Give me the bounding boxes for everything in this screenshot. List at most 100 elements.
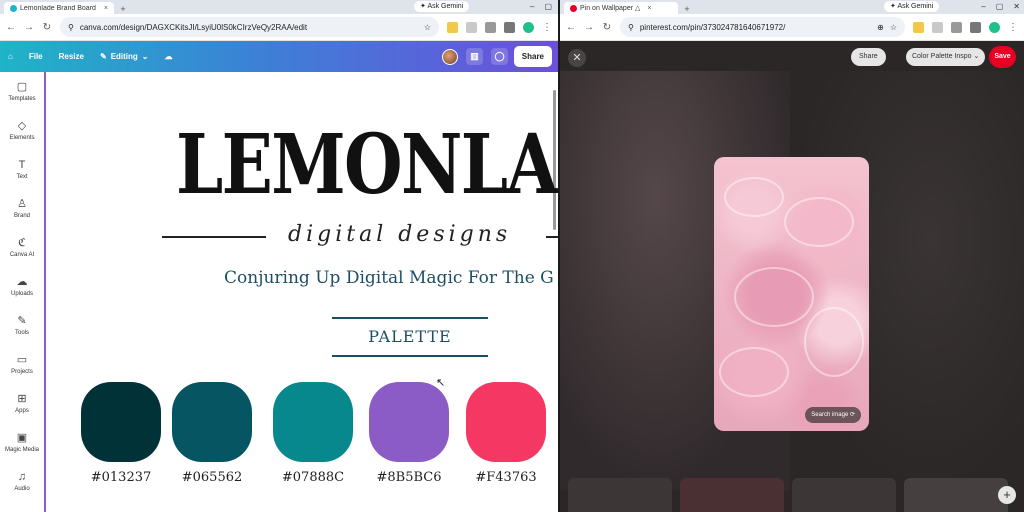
design-canvas[interactable]: LEMONLAI digital designs Conjuring Up Di… [48, 72, 558, 512]
reload-icon[interactable]: ↻ [42, 22, 52, 33]
related-pin-thumb[interactable] [568, 478, 672, 512]
home-button[interactable]: ⌂ [8, 52, 13, 61]
comment-icon[interactable]: ◯ [491, 48, 508, 65]
related-pin-thumb[interactable] [904, 478, 1008, 512]
palette-heading[interactable]: PALETTE [332, 317, 488, 357]
back-icon[interactable]: ← [6, 22, 16, 33]
add-icon[interactable]: + [998, 486, 1016, 504]
minimize-icon[interactable]: – [530, 2, 534, 11]
swatch-hex-label[interactable]: #F43763 [451, 470, 558, 485]
sidebar-item-canva-ai[interactable]: ℭ Canva AI [0, 228, 44, 267]
sidebar-item-text[interactable]: T Text [0, 150, 44, 189]
close-icon[interactable]: ✕ [568, 49, 586, 67]
ask-gemini-label: Ask Gemini [897, 3, 934, 10]
profile-icon[interactable] [989, 21, 1000, 33]
window-controls: – ▢ [530, 0, 552, 13]
tab-pinterest[interactable]: Pin on Wallpaper △ × [564, 2, 678, 14]
url-text[interactable]: pinterest.com/pin/373024781640671972/ [640, 23, 871, 32]
sidebar-item-templates[interactable]: ▢ Templates [0, 72, 44, 111]
ask-gemini-button[interactable]: ✦ Ask Gemini [414, 1, 470, 12]
back-icon[interactable]: ← [566, 22, 576, 33]
share-button[interactable]: Share [513, 46, 552, 67]
extension-icon[interactable] [485, 21, 496, 33]
sidebar-item-uploads[interactable]: ☁ Uploads [0, 267, 44, 306]
canva-browser-window: Lemonlade Brand Board - Bran × + ✦ Ask G… [0, 0, 558, 512]
petal-shape [804, 307, 864, 377]
tab-canva[interactable]: Lemonlade Brand Board - Bran × [4, 2, 114, 14]
sidebar-item-label: Tools [14, 329, 29, 336]
sidebar-item-label: Canva AI [9, 251, 35, 258]
search-image-label: Search image [811, 412, 849, 418]
omnibox[interactable]: ⚲ canva.com/design/DAGXCKitsJI/LsyiU0lS0… [60, 17, 439, 37]
maximize-icon[interactable]: ▢ [544, 2, 552, 11]
minimize-icon[interactable]: – [981, 2, 985, 11]
close-window-icon[interactable]: ✕ [1013, 2, 1020, 11]
color-swatch[interactable] [273, 382, 353, 462]
brand-title[interactable]: LEMONLAI [176, 124, 558, 206]
sidebar-item-projects[interactable]: ▭ Projects [0, 345, 44, 384]
sidebar-item-apps[interactable]: ⊞ Apps [0, 384, 44, 423]
extension-icon[interactable] [932, 21, 943, 33]
insights-icon[interactable]: ▥ [466, 48, 483, 65]
swatch-hex-label[interactable]: #065562 [157, 470, 267, 485]
sidebar-item-tools[interactable]: ✎ Tools [0, 306, 44, 345]
color-swatch[interactable] [81, 382, 161, 462]
forward-icon[interactable]: → [24, 22, 34, 33]
mouse-cursor-icon: ↖ [436, 377, 446, 389]
resize-button[interactable]: Resize [59, 52, 84, 61]
sidebar-item-brand[interactable]: ♙ Brand [0, 189, 44, 228]
sidebar-item-label: Text [16, 173, 28, 180]
tagline-group[interactable]: digital designs [162, 222, 558, 252]
extension-icon[interactable] [466, 21, 477, 33]
pinterest-browser-window: Pin on Wallpaper △ × + ✦ Ask Gemini – ▢ … [560, 0, 1024, 512]
pin-image-peonies[interactable]: Search image ⟳ [714, 157, 869, 431]
maximize-icon[interactable]: ▢ [996, 2, 1004, 11]
extension-icon[interactable] [951, 21, 962, 33]
tab-close-icon[interactable]: × [104, 5, 108, 12]
bookmark-star-icon[interactable]: ☆ [890, 23, 897, 32]
board-select[interactable]: Color Palette Inspo ⌄ [906, 48, 986, 66]
sidebar-item-audio[interactable]: ♫ Audio [0, 462, 44, 501]
color-swatch[interactable] [172, 382, 252, 462]
bookmark-star-icon[interactable]: ☆ [424, 23, 431, 32]
menu-dots-icon[interactable]: ⋮ [1008, 22, 1018, 33]
lens-icon: ⟳ [849, 412, 855, 418]
petal-shape [724, 177, 784, 217]
omnibox[interactable]: ⚲ pinterest.com/pin/373024781640671972/ … [620, 17, 905, 37]
swatch-hex-label[interactable]: #8B5BC6 [354, 470, 464, 485]
editing-mode-dropdown[interactable]: ✎ Editing ⌄ [100, 52, 149, 61]
search-image-button[interactable]: Search image ⟳ [805, 407, 861, 423]
site-info-icon[interactable]: ⚲ [628, 23, 634, 32]
reload-icon[interactable]: ↻ [602, 22, 612, 33]
ask-gemini-button[interactable]: ✦ Ask Gemini [884, 1, 940, 12]
forward-icon[interactable]: → [584, 22, 594, 33]
sidebar-item-elements[interactable]: ◇ Elements [0, 111, 44, 150]
file-menu[interactable]: File [29, 52, 43, 61]
tab-close-icon[interactable]: × [647, 5, 651, 12]
extension-icon[interactable] [447, 21, 458, 33]
swatch-hex-label[interactable]: #07888C [258, 470, 368, 485]
url-text[interactable]: canva.com/design/DAGXCKitsJI/LsyiU0lS0kC… [80, 23, 418, 32]
avatar[interactable] [442, 48, 458, 65]
related-pin-thumb[interactable] [792, 478, 896, 512]
sidebar-item-magic-media[interactable]: ▣ Magic Media [0, 423, 44, 462]
cloud-sync-icon[interactable]: ☁ [165, 52, 173, 61]
zoom-icon[interactable]: ⊕ [877, 23, 884, 32]
profile-icon[interactable] [523, 21, 534, 33]
color-swatch[interactable] [466, 382, 546, 462]
new-tab-button[interactable]: + [682, 4, 692, 14]
extensions-puzzle-icon[interactable] [970, 21, 981, 33]
related-pin-thumb[interactable] [680, 478, 784, 512]
sidebar-item-label: Elements [9, 134, 35, 141]
extension-icon[interactable] [913, 21, 924, 33]
share-button[interactable]: Share [851, 48, 886, 66]
menu-dots-icon[interactable]: ⋮ [542, 22, 552, 33]
color-swatch[interactable] [369, 382, 449, 462]
related-pins-row [560, 478, 1024, 512]
editing-label: Editing [110, 52, 138, 61]
new-tab-button[interactable]: + [118, 4, 128, 14]
extensions-puzzle-icon[interactable] [504, 21, 515, 33]
save-button[interactable]: Save [989, 46, 1016, 68]
subtitle[interactable]: Conjuring Up Digital Magic For The G [224, 268, 554, 288]
site-info-icon[interactable]: ⚲ [68, 23, 74, 32]
